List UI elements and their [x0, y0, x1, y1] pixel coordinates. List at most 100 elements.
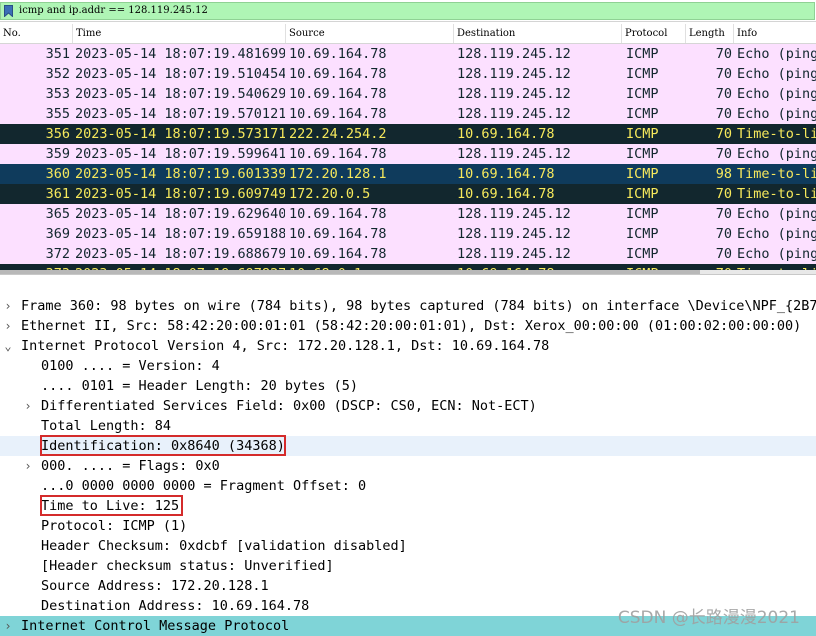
packet-source: 10.69.164.78 — [289, 46, 387, 62]
packet-row[interactable]: 355 2023-05-14 18:07:19.570121 10.69.164.7… — [0, 104, 816, 124]
chevron-right-icon[interactable]: › — [22, 456, 34, 476]
packet-row[interactable]: 352 2023-05-14 18:07:19.510454 10.69.164.7… — [0, 64, 816, 84]
packet-protocol: ICMP — [626, 86, 659, 102]
packet-no: 365 — [45, 206, 70, 222]
detail-tree-item[interactable]: Protocol: ICMP (1) — [0, 516, 816, 536]
packet-protocol: ICMP — [626, 246, 659, 262]
packet-length: 70 — [715, 226, 732, 242]
display-filter-text: icmp and ip.addr == 128.119.245.12 — [19, 5, 208, 16]
packet-length: 70 — [715, 46, 732, 62]
packet-row[interactable]: 361 2023-05-14 18:07:19.609749 172.20.0.5 1… — [0, 184, 816, 204]
packet-source: 10.69.164.78 — [289, 226, 387, 242]
packet-time: 2023-05-14 18:07:19.688679 — [75, 246, 285, 262]
packet-no: 359 — [45, 146, 70, 162]
display-filter-input[interactable]: icmp and ip.addr == 128.119.245.12 — [0, 2, 815, 20]
detail-tree-item[interactable]: › 000. .... = Flags: 0x0 — [0, 456, 816, 476]
column-header-length[interactable]: Length — [686, 24, 734, 43]
packet-length: 70 — [715, 246, 732, 262]
packet-length: 70 — [715, 86, 732, 102]
detail-tree-label: Internet Protocol Version 4, Src: 172.20… — [21, 338, 550, 354]
detail-tree-label: Frame 360: 98 bytes on wire (784 bits), … — [21, 298, 816, 314]
packet-length: 98 — [715, 166, 732, 182]
packet-no: 356 — [45, 126, 70, 142]
detail-tree-label: 000. .... = Flags: 0x0 — [41, 458, 220, 474]
packet-time: 2023-05-14 18:07:19.629640 — [75, 206, 285, 222]
packet-length: 70 — [715, 126, 732, 142]
column-header-no[interactable]: No. — [0, 24, 73, 43]
column-header-protocol[interactable]: Protocol — [622, 24, 686, 43]
packet-no: 352 — [45, 66, 70, 82]
detail-tree-label: Header Checksum: 0xdcbf [validation disa… — [41, 538, 407, 554]
chevron-right-icon[interactable]: › — [22, 396, 34, 416]
packet-info: Echo (ping) — [737, 86, 816, 102]
detail-tree-item[interactable]: Header Checksum: 0xdcbf [validation disa… — [0, 536, 816, 556]
packet-destination: 10.69.164.78 — [457, 166, 555, 182]
packet-info: Echo (ping) — [737, 106, 816, 122]
detail-tree-item[interactable]: › Frame 360: 98 bytes on wire (784 bits),… — [0, 296, 816, 316]
packet-destination: 128.119.245.12 — [457, 206, 571, 222]
packet-info: Time-to-live — [737, 166, 816, 182]
detail-tree-item[interactable]: 0100 .... = Version: 4 — [0, 356, 816, 376]
packet-protocol: ICMP — [626, 66, 659, 82]
packet-row[interactable]: 359 2023-05-14 18:07:19.599641 10.69.164.7… — [0, 144, 816, 164]
pane-divider[interactable] — [0, 274, 816, 295]
packet-length: 70 — [715, 146, 732, 162]
detail-tree-item[interactable]: ⌄ Internet Protocol Version 4, Src: 172.2… — [0, 336, 816, 356]
packet-row[interactable]: 351 2023-05-14 18:07:19.481699 10.69.164.7… — [0, 44, 816, 64]
detail-tree-item[interactable]: .... 0101 = Header Length: 20 bytes (5) — [0, 376, 816, 396]
detail-tree-label: Destination Address: 10.69.164.78 — [41, 598, 310, 614]
packet-no: 360 — [45, 166, 70, 182]
packet-protocol: ICMP — [626, 226, 659, 242]
packet-list[interactable]: 351 2023-05-14 18:07:19.481699 10.69.164.7… — [0, 44, 816, 272]
packet-info: Echo (ping) — [737, 226, 816, 242]
detail-tree-item[interactable]: [Header checksum status: Unverified] — [0, 556, 816, 576]
packet-time: 2023-05-14 18:07:19.609749 — [75, 186, 285, 202]
packet-source: 10.69.164.78 — [289, 206, 387, 222]
column-header-info[interactable]: Info — [734, 24, 816, 43]
bookmark-icon[interactable] — [4, 5, 13, 17]
packet-protocol: ICMP — [626, 166, 659, 182]
chevron-down-icon[interactable]: ⌄ — [2, 336, 14, 356]
packet-protocol: ICMP — [626, 126, 659, 142]
packet-length: 70 — [715, 106, 732, 122]
detail-tree-item[interactable]: › Differentiated Services Field: 0x00 (DS… — [0, 396, 816, 416]
packet-source: 172.20.128.1 — [289, 166, 387, 182]
chevron-right-icon[interactable]: › — [2, 616, 14, 636]
packet-row[interactable]: 353 2023-05-14 18:07:19.540629 10.69.164.7… — [0, 84, 816, 104]
packet-info: Time-to-live — [737, 126, 816, 142]
detail-tree-label: Protocol: ICMP (1) — [41, 518, 188, 534]
packet-length: 70 — [715, 206, 732, 222]
packet-protocol: ICMP — [626, 206, 659, 222]
packet-source: 10.69.164.78 — [289, 66, 387, 82]
detail-tree-label: Total Length: 84 — [41, 418, 172, 434]
column-header-destination[interactable]: Destination — [454, 24, 622, 43]
packet-row[interactable]: 356 2023-05-14 18:07:19.573171 222.24.254.… — [0, 124, 816, 144]
chevron-right-icon[interactable]: › — [2, 296, 14, 316]
packet-row[interactable]: 369 2023-05-14 18:07:19.659188 10.69.164.7… — [0, 224, 816, 244]
chevron-right-icon[interactable]: › — [2, 316, 14, 336]
packet-protocol: ICMP — [626, 146, 659, 162]
detail-tree-item[interactable]: Source Address: 172.20.128.1 — [0, 576, 816, 596]
packet-time: 2023-05-14 18:07:19.481699 — [75, 46, 285, 62]
detail-tree-item[interactable]: Total Length: 84 — [0, 416, 816, 436]
detail-tree-label: Differentiated Services Field: 0x00 (DSC… — [41, 398, 537, 414]
packet-destination: 10.69.164.78 — [457, 186, 555, 202]
detail-tree-label: Ethernet II, Src: 58:42:20:00:01:01 (58:… — [21, 318, 802, 334]
packet-row[interactable]: 365 2023-05-14 18:07:19.629640 10.69.164.7… — [0, 204, 816, 224]
packet-row[interactable]: 372 2023-05-14 18:07:19.688679 10.69.164.7… — [0, 244, 816, 264]
detail-tree-item[interactable]: ...0 0000 0000 0000 = Fragment Offset: 0 — [0, 476, 816, 496]
packet-info: Echo (ping) — [737, 206, 816, 222]
detail-tree-item[interactable]: › Ethernet II, Src: 58:42:20:00:01:01 (58… — [0, 316, 816, 336]
packet-time: 2023-05-14 18:07:19.601339 — [75, 166, 285, 182]
packet-source: 10.69.164.78 — [289, 246, 387, 262]
packet-no: 353 — [45, 86, 70, 102]
column-header-time[interactable]: Time — [73, 24, 286, 43]
packet-destination: 128.119.245.12 — [457, 86, 571, 102]
packet-row[interactable]: 360 2023-05-14 18:07:19.601339 172.20.128.… — [0, 164, 816, 184]
packet-protocol: ICMP — [626, 46, 659, 62]
column-header-source[interactable]: Source — [286, 24, 454, 43]
detail-tree-label: ...0 0000 0000 0000 = Fragment Offset: 0 — [41, 478, 367, 494]
packet-source: 10.69.164.78 — [289, 106, 387, 122]
packet-no: 361 — [45, 186, 70, 202]
annotation-box-ttl — [40, 495, 183, 516]
